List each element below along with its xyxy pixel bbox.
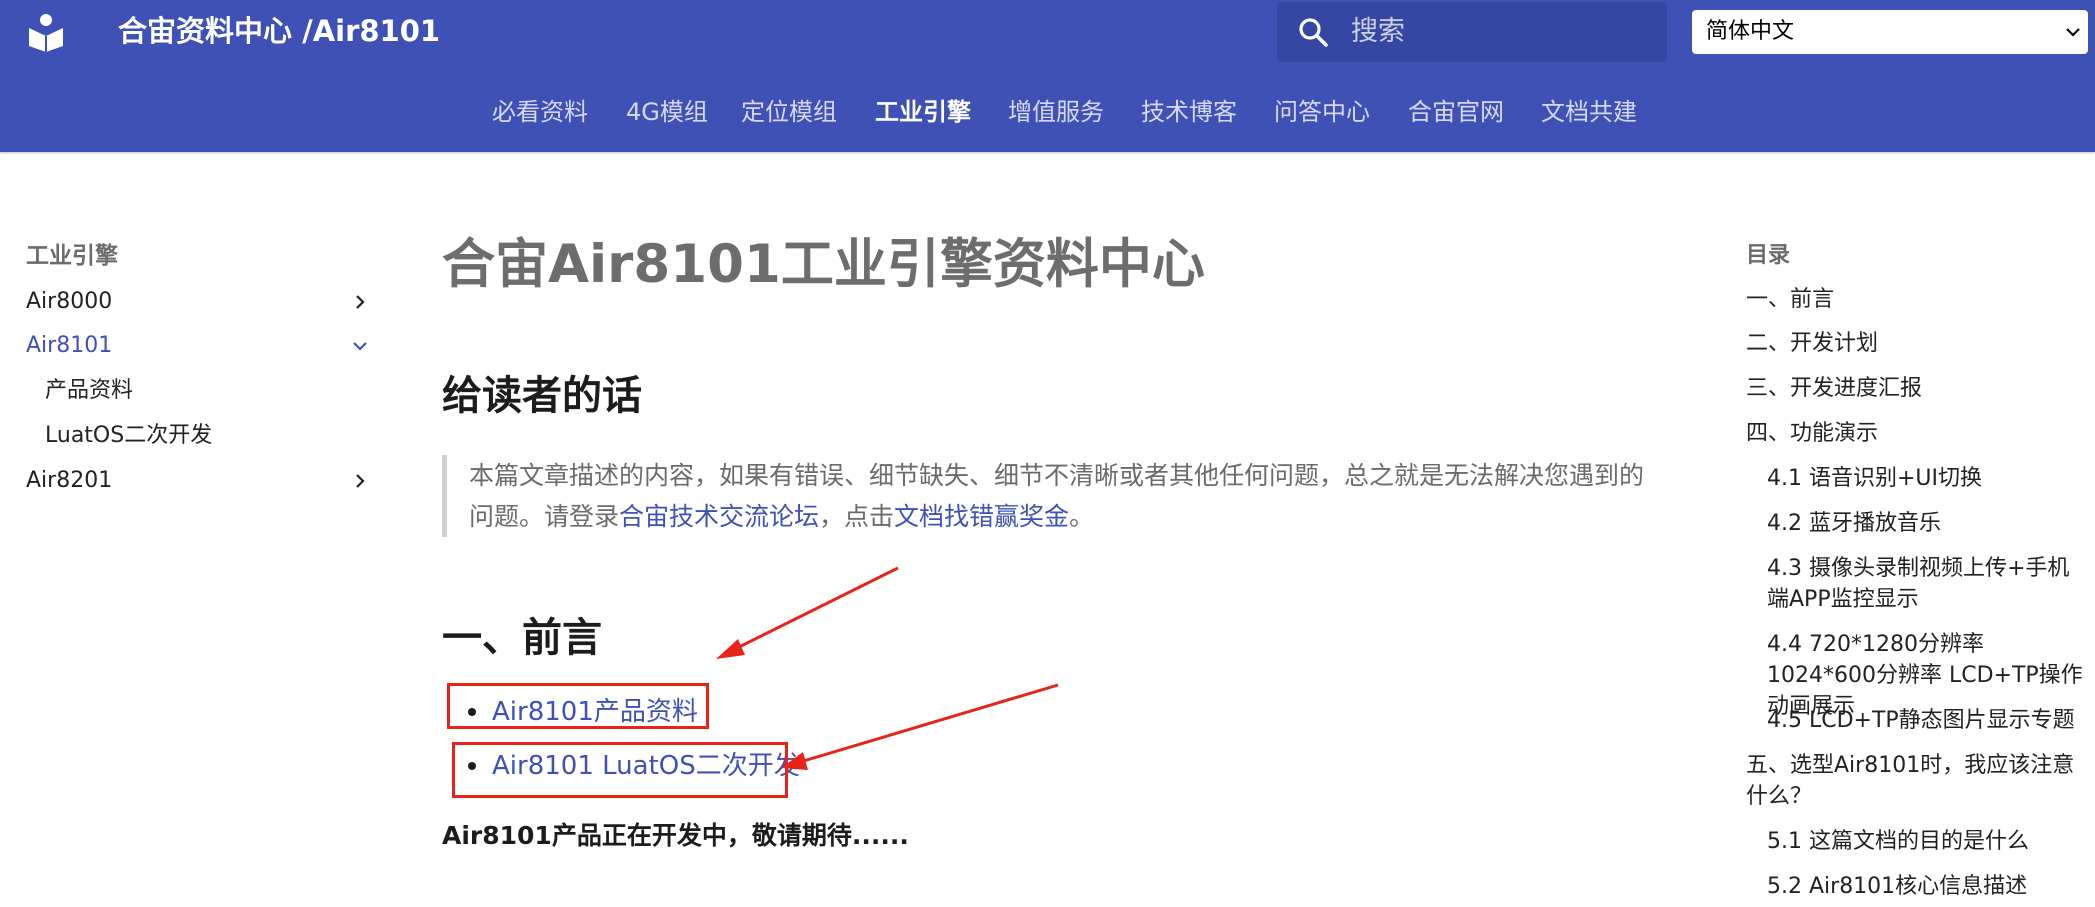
chevron-right-icon xyxy=(356,295,365,309)
annotation-arrow xyxy=(732,566,899,652)
quote-text: 。 xyxy=(1069,502,1095,531)
language-select-value: 简体中文 xyxy=(1706,19,1795,44)
toc-item[interactable]: 4.5 LCD+TP静态图片显示专题 xyxy=(1767,705,2086,736)
tab-must-read[interactable]: 必看资料 xyxy=(492,92,588,132)
search-placeholder: 搜索 xyxy=(1351,16,1405,47)
page-title: 合宙Air8101工业引擎资料中心 xyxy=(442,234,1205,295)
bug-bounty-link[interactable]: 文档找错赢奖金 xyxy=(894,502,1069,531)
book-logo-icon[interactable] xyxy=(26,12,66,52)
sidebar-item-air8000[interactable]: Air8000 xyxy=(26,282,370,322)
forum-link[interactable]: 合宙技术交流论坛 xyxy=(619,502,819,531)
tab-industrial-engine[interactable]: 工业引擎 xyxy=(875,92,971,132)
annotation-box xyxy=(447,683,709,729)
tab-tech-blog[interactable]: 技术博客 xyxy=(1141,92,1237,132)
language-select[interactable]: 简体中文 xyxy=(1692,10,2088,54)
sidebar-subitem-luatos-dev[interactable]: LuatOS二次开发 xyxy=(45,416,212,456)
tab-doc-cobuild[interactable]: 文档共建 xyxy=(1541,92,1637,132)
tab-qa-center[interactable]: 问答中心 xyxy=(1274,92,1370,132)
tab-positioning-modules[interactable]: 定位模组 xyxy=(741,92,837,132)
section-heading-reader-note: 给读者的话 xyxy=(442,373,642,419)
development-note: Air8101产品正在开发中，敬请期待...... xyxy=(442,821,909,850)
chevron-right-icon xyxy=(356,474,365,488)
toc-item[interactable]: 5.1 这篇文档的目的是什么 xyxy=(1767,826,2086,857)
arrow-head-icon xyxy=(716,639,745,659)
sidebar-item-air8201[interactable]: Air8201 xyxy=(26,461,370,501)
search-icon xyxy=(1299,18,1328,47)
sidebar-item-label: Air8101 xyxy=(26,333,113,358)
toc-title: 目录 xyxy=(1746,243,1791,268)
toc-item[interactable]: 4.2 蓝牙播放音乐 xyxy=(1767,508,2086,539)
toc-item[interactable]: 5.2 Air8101核心信息描述 xyxy=(1767,871,2086,902)
toc-item[interactable]: 4.3 摄像头录制视频上传+手机端APP监控显示 xyxy=(1767,553,2086,615)
toc-item[interactable]: 二、开发计划 xyxy=(1746,328,2086,359)
tab-value-added-services[interactable]: 增值服务 xyxy=(1008,92,1104,132)
annotation-box xyxy=(452,742,788,798)
top-tabs: 必看资料 4G模组 定位模组 工业引擎 增值服务 技术博客 问答中心 合宙官网 … xyxy=(0,92,2095,132)
tab-official-site[interactable]: 合宙官网 xyxy=(1408,92,1504,132)
toc-item[interactable]: 4.1 语音识别+UI切换 xyxy=(1767,463,2086,494)
toc-item[interactable]: 四、功能演示 xyxy=(1746,418,2086,449)
sidebar-item-label: Air8201 xyxy=(26,468,113,493)
sidebar-subitem-product-info[interactable]: 产品资料 xyxy=(45,371,133,411)
sidebar-item-label: Air8000 xyxy=(26,289,113,314)
sidebar-title: 工业引擎 xyxy=(26,243,118,269)
quote-text: ，点击 xyxy=(819,502,895,531)
search-input[interactable]: 搜索 xyxy=(1277,2,1667,62)
toc-item[interactable]: 五、选型Air8101时，我应该注意什么？ xyxy=(1746,750,2086,812)
top-header: 合宙资料中心 /Air8101 搜索 简体中文 必看资料 4G模组 定位模组 工… xyxy=(0,0,2095,152)
sidebar-item-air8101[interactable]: Air8101 xyxy=(26,326,370,366)
chevron-down-icon xyxy=(353,342,367,351)
toc-item[interactable]: 三、开发进度汇报 xyxy=(1746,373,2086,404)
tab-4g-modules[interactable]: 4G模组 xyxy=(626,92,708,132)
site-title[interactable]: 合宙资料中心 /Air8101 xyxy=(118,10,440,52)
chevron-down-icon xyxy=(2066,28,2080,37)
annotation-arrow xyxy=(799,683,1059,764)
section-heading-preface: 一、前言 xyxy=(442,615,602,661)
toc-item[interactable]: 一、前言 xyxy=(1746,284,2086,315)
reader-note-quote: 本篇文章描述的内容，如果有错误、细节缺失、细节不清晰或者其他任何问题，总之就是无… xyxy=(442,455,1667,537)
